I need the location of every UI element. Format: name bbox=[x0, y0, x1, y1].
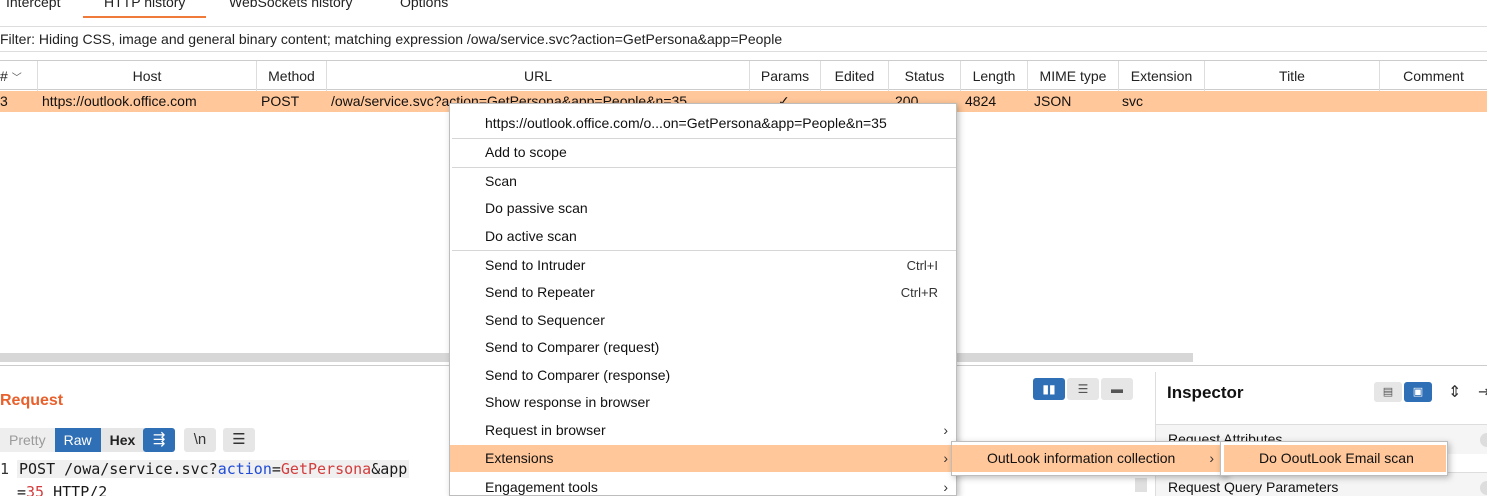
vertical-scrollbar[interactable] bbox=[1135, 478, 1147, 492]
inspector-panel-icon[interactable]: ▣ bbox=[1404, 382, 1432, 402]
column-comment[interactable]: Comment bbox=[1380, 61, 1487, 91]
column-edited[interactable]: Edited bbox=[821, 61, 889, 91]
menu-item-engagement-tools[interactable]: Engagement tools › bbox=[450, 474, 956, 496]
filter-text: Filter: Hiding CSS, image and general bi… bbox=[0, 31, 783, 47]
menu-item-send-to-repeater[interactable]: Send to Repeater Ctrl+R bbox=[450, 279, 956, 306]
inspector-panel: Inspector ▤ ▣ ⇕ ⇥ Request Attributes Req… bbox=[1155, 372, 1487, 496]
align-icon[interactable]: ⇕ bbox=[1448, 382, 1461, 402]
tab-options[interactable]: Options bbox=[400, 0, 448, 10]
column-method[interactable]: Method bbox=[257, 61, 327, 91]
show-newlines-button[interactable]: \n bbox=[184, 428, 216, 452]
menu-item-comparer-response[interactable]: Send to Comparer (response) bbox=[450, 362, 956, 389]
split-view-icon[interactable]: ▮▮ bbox=[1033, 378, 1065, 400]
column-number[interactable]: # ﹀ bbox=[0, 61, 38, 91]
shortcut-label: Ctrl+I bbox=[906, 258, 938, 273]
cell-length: 4824 bbox=[965, 93, 997, 109]
menu-item-send-to-sequencer[interactable]: Send to Sequencer bbox=[450, 307, 956, 334]
menu-item-label: Extensions bbox=[485, 450, 554, 466]
context-menu: https://outlook.office.com/o...on=GetPer… bbox=[449, 103, 957, 496]
cell-number: 3 bbox=[0, 93, 8, 109]
chevron-right-icon: › bbox=[943, 479, 948, 495]
menu-item-add-to-scope[interactable]: Add to scope bbox=[450, 139, 956, 166]
menu-item-active-scan[interactable]: Do active scan bbox=[450, 223, 956, 250]
code-param-app: &app bbox=[371, 460, 408, 478]
menu-item-label: OutLook information collection bbox=[987, 450, 1176, 466]
code-method-path: POST /owa/service.svc? bbox=[19, 460, 218, 478]
menu-item-label: Send to Intruder bbox=[485, 257, 586, 273]
shortcut-label: Ctrl+R bbox=[900, 285, 938, 300]
menu-icon[interactable]: ☰ bbox=[223, 428, 255, 452]
view-mode-tabs: Pretty Raw Hex bbox=[0, 428, 145, 452]
badge bbox=[1480, 433, 1487, 447]
column-host[interactable]: Host bbox=[38, 61, 257, 91]
extensions-submenu: OutLook information collection › bbox=[951, 441, 1227, 476]
column-title[interactable]: Title bbox=[1205, 61, 1380, 91]
filter-bar[interactable]: Filter: Hiding CSS, image and general bi… bbox=[0, 26, 1487, 52]
tab-websockets-history[interactable]: WebSockets history bbox=[229, 0, 352, 10]
code-line-2: =35 HTTP/2 bbox=[17, 483, 107, 496]
inspector-layout-buttons: ▤ ▣ bbox=[1374, 382, 1432, 402]
column-params[interactable]: Params bbox=[750, 61, 821, 91]
menu-item-send-to-intruder[interactable]: Send to Intruder Ctrl+I bbox=[450, 252, 956, 279]
menu-item-label: Send to Repeater bbox=[485, 284, 595, 300]
menu-item-passive-scan[interactable]: Do passive scan bbox=[450, 195, 956, 222]
menu-item-comparer-request[interactable]: Send to Comparer (request) bbox=[450, 334, 956, 361]
top-tabs: Intercept HTTP history WebSockets histor… bbox=[0, 0, 1487, 19]
tab-http-history[interactable]: HTTP history bbox=[83, 0, 207, 18]
line-number: 1 bbox=[0, 460, 10, 478]
menu-item-label: Engagement tools bbox=[485, 479, 598, 495]
cell-extension: svc bbox=[1122, 93, 1143, 109]
column-extension[interactable]: Extension bbox=[1119, 61, 1205, 91]
newline-label: \n bbox=[193, 431, 207, 448]
column-url[interactable]: URL bbox=[327, 61, 750, 91]
code-param-value: GetPersona bbox=[280, 460, 372, 478]
wrap-lines-icon[interactable]: ⇶ bbox=[143, 428, 175, 452]
menu-item-label: Request in browser bbox=[485, 422, 606, 438]
code-param-name: action bbox=[217, 460, 272, 478]
code-protocol: HTTP/2 bbox=[44, 483, 108, 496]
menu-item-scan[interactable]: Scan bbox=[450, 168, 956, 195]
code-equals-2: = bbox=[17, 483, 27, 496]
badge bbox=[1480, 481, 1487, 495]
chevron-right-icon: › bbox=[943, 450, 948, 466]
column-status[interactable]: Status bbox=[889, 61, 961, 91]
menu-item-extensions[interactable]: Extensions › bbox=[450, 445, 956, 472]
column-mime-type[interactable]: MIME type bbox=[1028, 61, 1119, 91]
cell-host: https://outlook.office.com bbox=[42, 93, 197, 109]
code-line-1: POST /owa/service.svc?action=GetPersona&… bbox=[17, 460, 410, 478]
collapse-icon[interactable]: ⇥ bbox=[1478, 382, 1487, 402]
code-value-35: 35 bbox=[26, 483, 45, 496]
inspector-row-label: Request Query Parameters bbox=[1168, 479, 1339, 495]
menu-item-url[interactable]: https://outlook.office.com/o...on=GetPer… bbox=[450, 110, 956, 137]
chevron-right-icon: › bbox=[943, 422, 948, 438]
chevron-right-icon: › bbox=[1209, 450, 1214, 466]
menu-item-show-response[interactable]: Show response in browser bbox=[450, 389, 956, 416]
layout-buttons: ▮▮ ☰ ▬ bbox=[1033, 378, 1133, 400]
view-raw-button[interactable]: Raw bbox=[54, 428, 101, 452]
request-panel-title: Request bbox=[0, 392, 64, 409]
horizontal-view-icon[interactable]: ☰ bbox=[1067, 378, 1099, 400]
column-length[interactable]: Length bbox=[961, 61, 1028, 91]
cell-mime: JSON bbox=[1034, 93, 1072, 109]
history-table-header: # ﹀ Host Method URL Params Edited Status… bbox=[0, 60, 1487, 91]
view-pretty-button[interactable]: Pretty bbox=[0, 428, 55, 452]
column-number-label: # bbox=[0, 68, 12, 84]
menu-item-request-in-browser[interactable]: Request in browser › bbox=[450, 417, 956, 444]
tab-intercept[interactable]: Intercept bbox=[6, 0, 60, 10]
menu-item-email-scan[interactable]: Do OoutLook Email scan bbox=[1224, 445, 1446, 472]
menu-item-outlook-info[interactable]: OutLook information collection › bbox=[952, 445, 1222, 472]
inspector-title: Inspector bbox=[1167, 383, 1244, 402]
outlook-submenu: Do OoutLook Email scan bbox=[1220, 441, 1448, 476]
code-equals: = bbox=[271, 460, 281, 478]
inspector-list-icon[interactable]: ▤ bbox=[1374, 382, 1402, 402]
cell-method: POST bbox=[261, 93, 300, 109]
single-view-icon[interactable]: ▬ bbox=[1101, 378, 1133, 400]
chevron-down-icon: ﹀ bbox=[11, 73, 22, 84]
view-hex-button[interactable]: Hex bbox=[100, 428, 145, 452]
menu-separator bbox=[452, 250, 956, 251]
